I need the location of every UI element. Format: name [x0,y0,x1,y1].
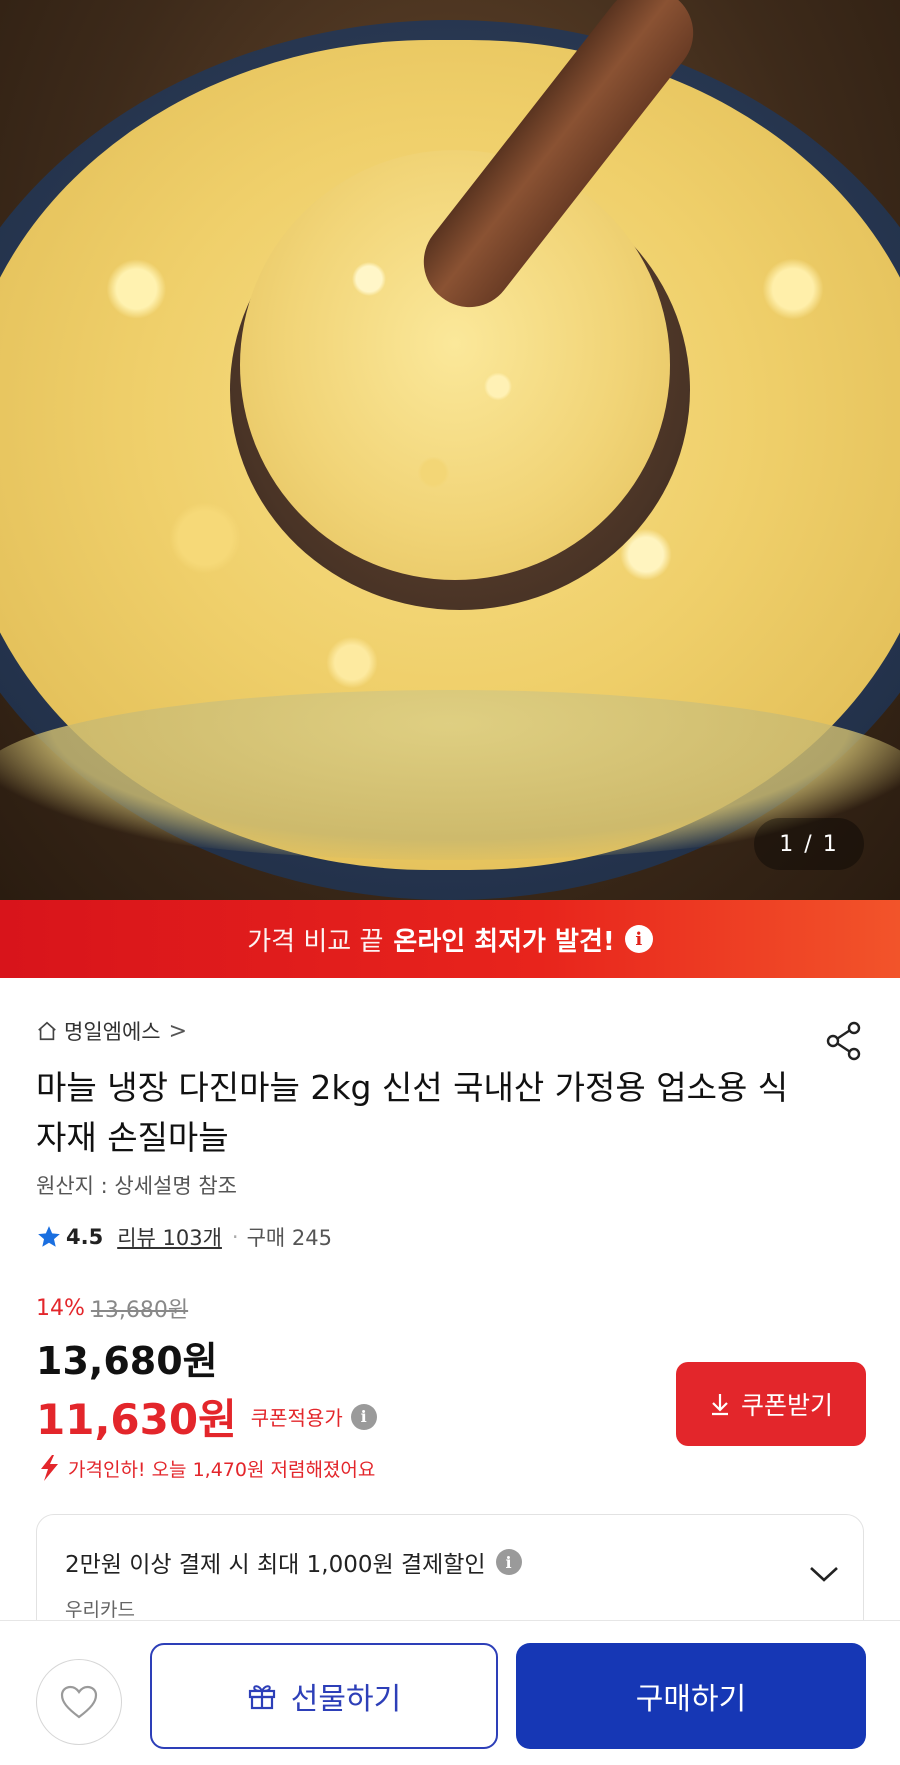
current-price: 13,680원 [36,1339,218,1383]
chevron-right-icon: > [168,1018,188,1044]
price-drop-text: 가격인하! 오늘 1,470원 저렴해졌어요 [68,1458,376,1481]
price-drop-notice: 가격인하! 오늘 1,470원 저렴해졌어요 [36,1454,375,1482]
purchase-count: 구매 245 [246,1226,333,1250]
info-icon[interactable]: i [495,1549,522,1575]
rating-score: 4.5 [66,1225,104,1249]
product-origin: 원산지 : 상세설명 참조 [36,1174,237,1198]
gift-button[interactable]: 선물하기 [150,1643,498,1749]
star-icon [38,1226,60,1247]
review-count-link[interactable]: 리뷰 103개 [117,1222,222,1252]
info-icon[interactable]: i [624,925,653,953]
coupon-applied-label: 쿠폰적용가 [250,1406,343,1430]
banner-text-bold: 온라인 최저가 발견! [393,926,615,957]
original-price: 13,680원 [90,1298,189,1323]
store-name: 명일엠에스 [64,1020,161,1044]
buy-button-label: 구매하기 [635,1682,747,1717]
product-title: 마늘 냉장 다진마늘 2kg 신선 국내산 가정용 업소용 식자재 손질마늘 [36,1068,789,1157]
buy-button[interactable]: 구매하기 [516,1643,866,1749]
card-promo-text-row: 2만원 이상 결제 시 최대 1,000원 결제할인 i [65,1545,522,1579]
card-name: 우리카드 [65,1599,135,1621]
separator-dot: · [231,1225,239,1249]
download-icon [711,1394,728,1416]
image-counter: 1 / 1 [754,818,864,870]
share-icon[interactable] [824,1020,864,1062]
get-coupon-button[interactable]: 쿠폰받기 [676,1362,866,1446]
lowest-price-banner[interactable]: 가격 비교 끝 온라인 최저가 발견! i [0,900,900,978]
discount-row: 14% 13,680원 [36,1292,188,1324]
card-promo-text: 2만원 이상 결제 시 최대 1,000원 결제할인 [65,1552,486,1578]
store-link[interactable]: 명일엠에스 > [36,1016,187,1046]
gift-icon [248,1685,275,1710]
info-icon[interactable]: i [350,1403,377,1430]
home-icon [38,1021,56,1041]
heart-icon [60,1685,98,1719]
price-down-icon [41,1455,58,1481]
gift-button-label: 선물하기 [290,1682,402,1717]
rating-row: 4.5 리뷰 103개 · 구매 245 [36,1222,332,1252]
bottom-action-bar: 선물하기 구매하기 [0,1620,900,1765]
chevron-down-icon[interactable] [807,1563,841,1585]
wishlist-button[interactable] [36,1659,122,1745]
coupon-price-row: 11,630원 쿠폰적용가 i [36,1386,377,1447]
product-image[interactable]: 1 / 1 [0,0,900,900]
coupon-price: 11,630원 [36,1395,237,1444]
banner-text-light: 가격 비교 끝 [247,926,384,957]
get-coupon-label: 쿠폰받기 [740,1391,833,1420]
discount-percent: 14% [36,1295,85,1321]
